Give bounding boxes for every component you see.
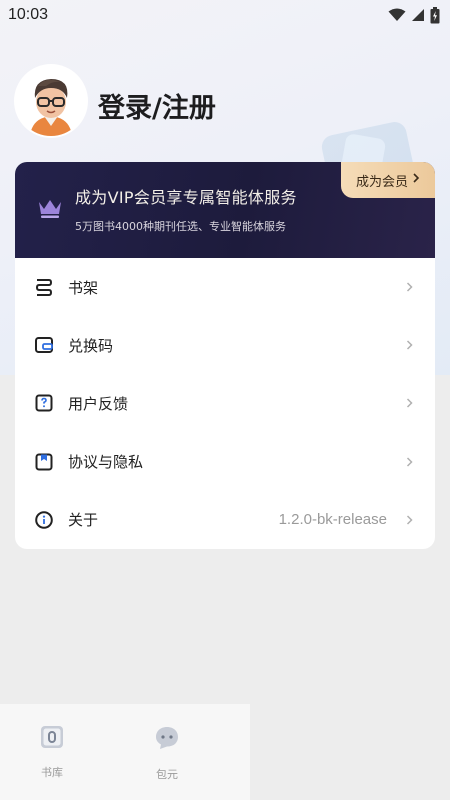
vip-title: 成为VIP会员享专属智能体服务	[75, 188, 297, 207]
menu-item-feedback[interactable]: 用户反馈	[15, 374, 435, 432]
menu-item-label: 用户反馈	[68, 394, 129, 413]
status-time: 10:03	[8, 6, 49, 23]
menu-item-label: 协议与隐私	[68, 453, 144, 472]
profile-card: 成为VIP会员享专属智能体服务 5万图书4000种期刊任选、专业智能体服务 成为…	[15, 162, 435, 549]
menu-item-label: 关于	[68, 511, 99, 530]
menu-item-about[interactable]: 关于 1.2.0-bk-release	[15, 491, 435, 549]
menu-item-label: 书架	[68, 278, 99, 297]
bookshelf-icon	[34, 277, 54, 297]
library-icon	[22, 724, 82, 750]
feedback-icon	[34, 393, 54, 413]
nav-item-label: 包元	[156, 768, 178, 781]
signal-icon	[411, 8, 425, 22]
chevron-right-icon	[406, 510, 413, 529]
nav-item-label: 书库	[41, 766, 63, 779]
menu-item-redeem-code[interactable]: 兑换码	[15, 316, 435, 374]
battery-icon	[430, 6, 440, 24]
chevron-right-icon	[406, 394, 413, 413]
avatar-icon	[16, 66, 86, 136]
chevron-right-icon	[412, 172, 420, 188]
chevron-right-icon	[406, 452, 413, 471]
avatar[interactable]	[16, 66, 86, 136]
menu-item-bookshelf[interactable]: 书架	[15, 258, 435, 316]
login-register-link[interactable]: 登录/注册	[98, 86, 216, 125]
nav-item-library[interactable]: 书库	[22, 724, 82, 780]
status-bar: 10:03	[0, 0, 450, 30]
wallet-icon	[34, 335, 54, 355]
become-member-button[interactable]: 成为会员	[341, 162, 435, 198]
nav-item-baoyuan[interactable]: 包元	[137, 724, 197, 782]
wifi-icon	[388, 8, 406, 22]
app-version: 1.2.0-bk-release	[278, 511, 387, 529]
become-member-label: 成为会员	[355, 174, 408, 190]
status-icons	[388, 6, 440, 24]
chevron-right-icon	[406, 336, 413, 355]
crown-icon	[37, 197, 63, 223]
bottom-nav: 书库 包元	[0, 704, 250, 800]
info-icon	[34, 510, 54, 530]
chat-icon	[137, 724, 197, 752]
chevron-right-icon	[406, 278, 413, 297]
vip-banner[interactable]: 成为VIP会员享专属智能体服务 5万图书4000种期刊任选、专业智能体服务 成为…	[15, 162, 435, 258]
vip-subtitle: 5万图书4000种期刊任选、专业智能体服务	[75, 220, 286, 233]
menu-item-label: 兑换码	[68, 336, 114, 355]
bookmark-icon	[34, 452, 54, 472]
menu-item-agreement-privacy[interactable]: 协议与隐私	[15, 433, 435, 491]
